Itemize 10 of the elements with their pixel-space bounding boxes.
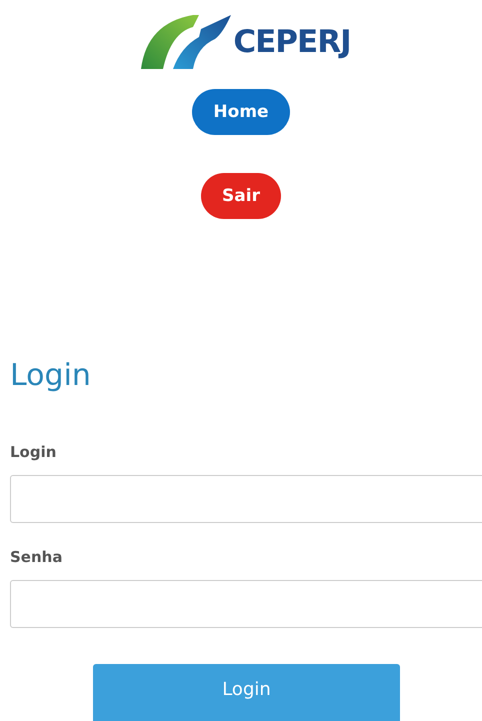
field-label: Senha [10, 548, 64, 568]
input-field[interactable] [10, 580, 482, 628]
home-button[interactable]: Home [192, 89, 290, 135]
form-title: Login [10, 358, 92, 394]
input-field[interactable] [10, 475, 482, 524]
login-button[interactable]: Login [93, 664, 400, 721]
field-label: Login [10, 443, 58, 464]
logo-icon [141, 15, 232, 69]
logo-text: CEPERJ [233, 24, 351, 60]
exit-button[interactable]: Sair [201, 173, 281, 219]
